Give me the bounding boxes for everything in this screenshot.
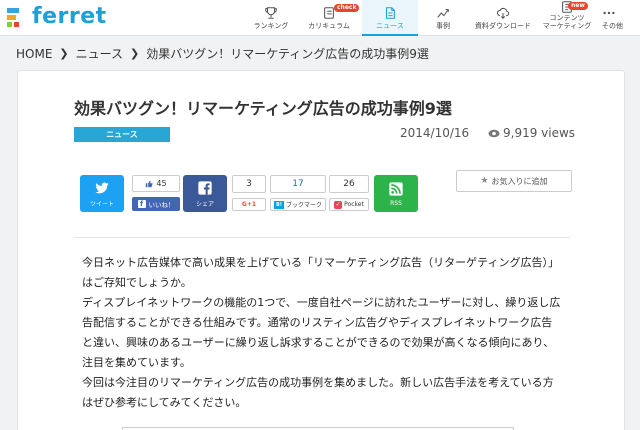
chevron-right-icon: ❯ <box>130 47 140 60</box>
more-icon <box>603 11 615 14</box>
nav-item-ranking[interactable]: ランキング <box>246 0 296 36</box>
logo-text: ferret <box>32 4 107 29</box>
article-body: 今日ネット広告媒体で高い成果を上げている「リマーケティング広告（リターゲティング… <box>82 253 562 413</box>
view-count: 9,919 views <box>488 126 575 140</box>
breadcrumb-news[interactable]: ニュース <box>76 45 123 62</box>
star-icon: ★ <box>480 176 489 186</box>
rss-label: RSS <box>390 199 402 207</box>
pocket-label: Pocket <box>344 201 364 208</box>
facebook-share-button[interactable]: シェア <box>183 175 227 212</box>
pocket-icon: ✓ <box>334 200 343 209</box>
nav-item-cases[interactable]: 事例 <box>418 0 468 36</box>
new-badge: new <box>568 2 588 10</box>
eye-icon <box>488 129 500 137</box>
facebook-f-icon: f <box>137 200 146 208</box>
facebook-icon <box>198 180 212 195</box>
check-badge: check <box>334 4 360 12</box>
favorite-label: お気入りに追加 <box>491 176 548 186</box>
rss-icon <box>389 181 403 196</box>
like-count-box: 45 <box>132 175 180 192</box>
site-logo[interactable]: ferret <box>6 3 107 31</box>
global-nav: ランキング check カリキュラム ニュース 事例 資料ダウンロード new … <box>246 0 630 36</box>
hatena-bookmark-button[interactable]: B! ブックマーク <box>270 198 326 211</box>
facebook-label: シェア <box>195 200 214 208</box>
nav-label: 事例 <box>436 21 450 30</box>
body-paragraph: 今回は今注目のリマーケティング広告の成功事例を集めました。新しい広告手法を考えて… <box>82 376 554 409</box>
hatena-count-box: 17 <box>270 175 326 193</box>
pocket-count-box: 26 <box>329 175 369 193</box>
breadcrumb-current: 効果バツグン！リマーケティング広告の成功事例9選 <box>146 47 429 61</box>
like-count: 45 <box>156 179 167 188</box>
facebook-like-button[interactable]: f いいね！ <box>132 197 180 211</box>
site-header: ferret ランキング check カリキュラム ニュース 事例 資料ダウンロ… <box>0 0 640 36</box>
logo-mark-icon <box>6 6 28 28</box>
trend-icon <box>437 8 449 18</box>
twitter-label: ツイート <box>89 200 114 208</box>
breadcrumb-home[interactable]: HOME <box>16 47 52 61</box>
nav-label-line2: マーケティング <box>542 21 592 30</box>
chevron-right-icon: ❯ <box>59 47 69 60</box>
nav-item-download[interactable]: 資料ダウンロード <box>468 0 538 36</box>
body-paragraph: ディスプレイネットワークの機能の1つで、一度自社ページに訪れたユーザーに対し、繰… <box>82 296 561 369</box>
article-card: 効果バツグン！リマーケティング広告の成功事例9選 ニュース 2014/10/16… <box>17 70 625 430</box>
nav-label: ランキング <box>253 21 289 30</box>
body-paragraph: 今日ネット広告媒体で高い成果を上げている「リマーケティング広告（リターゲティング… <box>82 256 559 289</box>
category-badge[interactable]: ニュース <box>74 127 170 142</box>
nav-item-news[interactable]: ニュース <box>362 0 418 36</box>
twitter-share-button[interactable]: ツイート <box>80 175 124 212</box>
nav-label: カリキュラム <box>308 21 350 30</box>
divider <box>74 237 570 238</box>
add-favorite-button[interactable]: ★ お気入りに追加 <box>456 170 572 192</box>
breadcrumb: HOME ❯ ニュース ❯ 効果バツグン！リマーケティング広告の成功事例9選 <box>16 45 429 62</box>
nav-item-more[interactable]: その他 <box>596 0 630 36</box>
article-title: 効果バツグン！リマーケティング広告の成功事例9選 <box>74 99 452 118</box>
news-icon <box>385 6 395 19</box>
pocket-button[interactable]: ✓ Pocket <box>329 198 369 211</box>
gplus-button[interactable]: G+1 <box>232 198 266 211</box>
thumbs-up-icon <box>146 180 154 187</box>
nav-item-content-marketing[interactable]: new コンテンツ マーケティング <box>538 0 596 36</box>
hatena-label: ブックマーク <box>286 202 323 209</box>
rss-button[interactable]: RSS <box>374 175 418 212</box>
gplus-count-box: 3 <box>232 175 266 193</box>
nav-label: その他 <box>602 21 623 30</box>
views-text: 9,919 views <box>503 126 576 140</box>
nav-item-curriculum[interactable]: check カリキュラム <box>296 0 362 36</box>
like-label: いいね！ <box>148 201 175 209</box>
publish-date: 2014/10/16 <box>400 126 470 140</box>
nav-label: ニュース <box>376 21 404 30</box>
nav-label: 資料ダウンロード <box>475 21 531 30</box>
trophy-icon <box>265 6 277 19</box>
hatena-b-icon: B! <box>273 200 285 209</box>
twitter-bird-icon <box>95 182 109 193</box>
cloud-download-icon <box>496 7 510 19</box>
